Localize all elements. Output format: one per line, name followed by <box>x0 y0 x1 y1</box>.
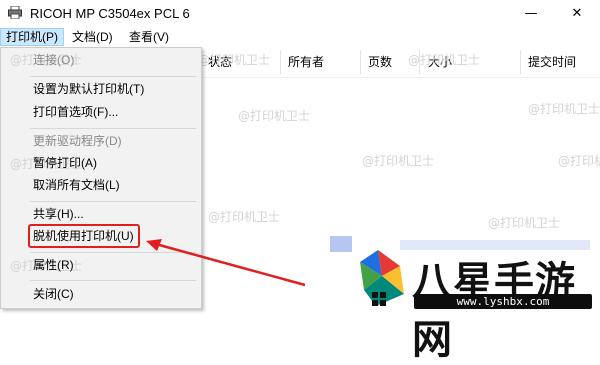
logo-url: www.lyshbx.com <box>456 295 550 308</box>
